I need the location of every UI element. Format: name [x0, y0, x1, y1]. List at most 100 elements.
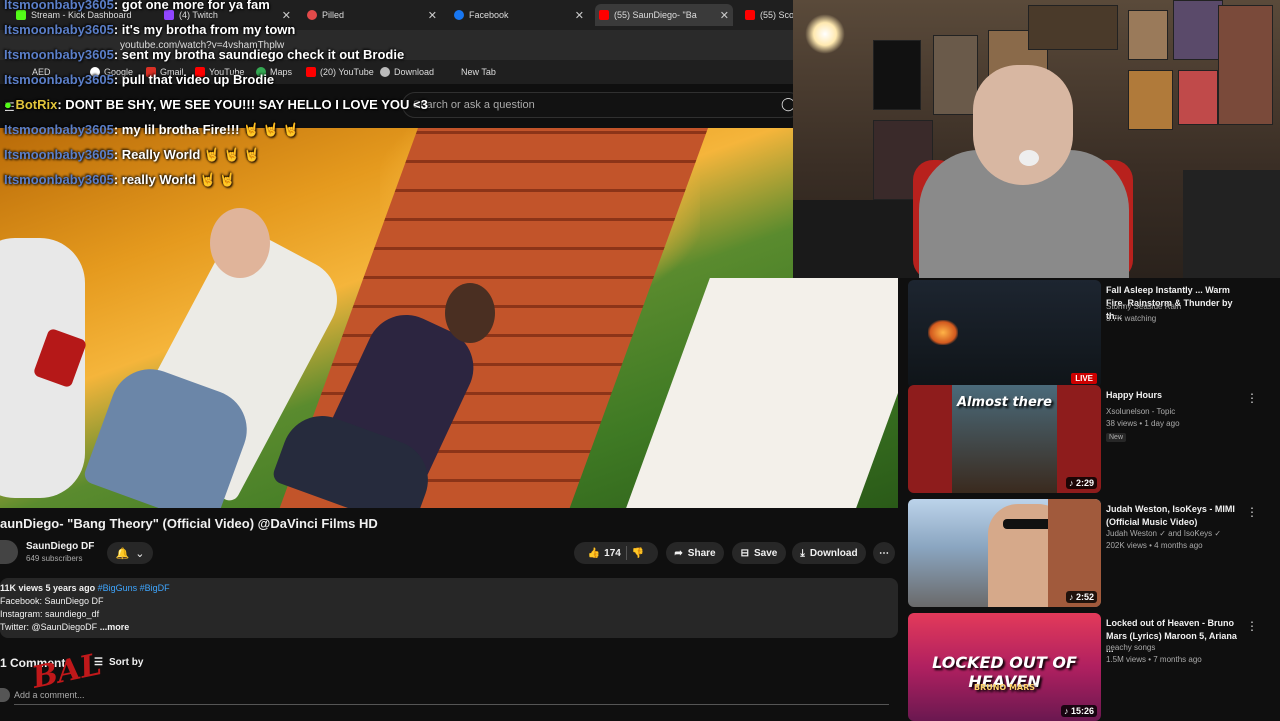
recommendation-meta: 1.5M views • 7 months ago [1106, 655, 1202, 664]
chat-username: Itsmoonbaby3605 [4, 72, 114, 87]
hashtags[interactable]: #BigGuns #BigDF [98, 583, 170, 593]
more-link[interactable]: ...more [100, 622, 130, 632]
globe-icon [380, 67, 390, 77]
subscribe-bell-button[interactable]: 🔔 ⌄ [107, 542, 153, 564]
recommended-video[interactable]: LOCKED OUT OF HEAVEN BRUNO MARS ♪ 15:26 … [908, 613, 1268, 721]
video-thumbnail[interactable]: Almost there ♪ 2:29 [908, 385, 1101, 493]
chat-message: Itsmoonbaby3605: really World 🤘 🤘 [4, 172, 236, 188]
fire-glow [928, 320, 958, 345]
views-date: 11K views 5 years ago [0, 583, 96, 593]
recommended-video[interactable]: ♪ 2:52 Judah Weston, IsoKeys - MIMI (Off… [908, 499, 1268, 607]
tab-label: (55) Sco [760, 10, 795, 20]
recommendation-meta: 38 views • 1 day ago [1106, 419, 1180, 428]
like-button[interactable]: 👍 174 [588, 548, 621, 559]
chat-text: : Really World [113, 147, 201, 162]
tab-label: (55) SaunDiego- "Ba [614, 10, 697, 20]
description-box[interactable]: 11K views 5 years ago #BigGuns #BigDF Fa… [0, 578, 898, 638]
channel-name[interactable]: SaunDiego DF [26, 541, 94, 552]
white-wall [626, 278, 898, 508]
chat-message: Itsmoonbaby3605: pull that video up Brod… [4, 72, 274, 87]
emote-icon: 🤘 🤘 🤘 [203, 147, 260, 162]
vape-smoke [1019, 150, 1039, 166]
bot-badge-icon: ● [4, 97, 16, 112]
share-button[interactable]: ➦ Share [666, 542, 724, 564]
more-vert-icon[interactable]: ⋮ [1246, 505, 1258, 519]
bookmark-icon: ⊟ [740, 547, 750, 559]
youtube-icon [745, 10, 755, 20]
chat-text: : it's my brotha from my town [113, 22, 296, 37]
close-icon[interactable]: ✕ [428, 9, 437, 22]
video-thumbnail[interactable]: LOCKED OUT OF HEAVEN BRUNO MARS ♪ 15:26 [908, 613, 1101, 721]
webcam-overlay [793, 0, 1280, 278]
poster [1218, 5, 1273, 125]
tab-youtube-active[interactable]: (55) SaunDiego- "Ba ✕ [595, 4, 733, 26]
recommendation-title[interactable]: Happy Hours [1106, 389, 1246, 402]
bookmark-download[interactable]: Download [380, 67, 434, 77]
person-head-2 [445, 283, 495, 343]
description-line: Twitter: @SaunDiegoDF ...more [0, 621, 898, 634]
video-thumbnail[interactable]: ♪ 2:52 [908, 499, 1101, 607]
duration-text: 2:52 [1075, 592, 1094, 602]
sort-label: Sort by [108, 657, 144, 668]
bookmark-youtube-20[interactable]: (20) YouTube [306, 67, 374, 77]
chat-text: : sent my brotha saundiego check it out … [113, 47, 405, 62]
duration-badge: ♪ 15:26 [1060, 705, 1097, 717]
thumbs-down-icon: 👎 [631, 547, 645, 559]
youtube-icon [599, 10, 609, 20]
streamer-head [973, 65, 1073, 185]
more-icon: ⋯ [879, 547, 889, 559]
recommendation-title[interactable]: Judah Weston, IsoKeys - MIMI (Official M… [1106, 503, 1246, 529]
poster [873, 40, 921, 110]
tab-pilled[interactable]: Pilled ✕ [303, 4, 441, 26]
share-icon: ➦ [674, 547, 683, 559]
like-count: 174 [604, 547, 621, 559]
channel-avatar[interactable] [0, 540, 18, 564]
chat-username: Itsmoonbaby3605 [4, 147, 114, 162]
chat-message: Itsmoonbaby3605: it's my brotha from my … [4, 22, 295, 37]
search-input[interactable]: Search or ask a question [402, 92, 802, 118]
chat-username: Itsmoonbaby3605 [4, 47, 114, 62]
bookmark-label: New Tab [461, 67, 496, 77]
dislike-button[interactable]: 👎 [632, 548, 644, 559]
recommended-video[interactable]: Almost there ♪ 2:29 Happy Hours Xsolunel… [908, 385, 1268, 493]
description-line: Instagram: saundiego_df [0, 609, 100, 619]
emote-icon: 🤘 🤘 [199, 172, 236, 187]
chat-message: Itsmoonbaby3605: my lil brotha Fire!!! 🤘… [4, 122, 299, 138]
thumbnail-text: Almost there [957, 395, 1052, 410]
chat-message: ● BotRix: DONT BE SHY, WE SEE YOU!!! SAY… [4, 97, 428, 112]
subscriber-count: 649 subscribers [26, 554, 83, 563]
more-actions-button[interactable]: ⋯ [873, 542, 895, 564]
chat-username: Itsmoonbaby3605 [4, 0, 114, 12]
recommendation-meta: 3.7K watching [1106, 314, 1157, 323]
recommendation-meta: 202K views • 4 months ago [1106, 541, 1203, 550]
person-head [210, 208, 270, 278]
poster [1028, 5, 1118, 50]
duration-badge: ♪ 2:52 [1065, 591, 1097, 603]
pilled-icon [307, 10, 317, 20]
video-title: aunDiego- "Bang Theory" (Official Video)… [0, 516, 378, 531]
recommended-video[interactable]: LIVE Fall Asleep Instantly ... Warm Fire… [908, 280, 1268, 388]
duration-text: 2:29 [1075, 478, 1094, 488]
download-button[interactable]: ⤓ Download [792, 542, 866, 564]
tab-youtube-2[interactable]: (55) Sco [741, 4, 795, 26]
description-line: Facebook: SaunDiego DF [0, 596, 104, 606]
poster [933, 35, 978, 115]
bookmark-new-tab[interactable]: New Tab [461, 67, 496, 77]
chat-username: Itsmoonbaby3605 [4, 172, 114, 187]
close-icon[interactable]: ✕ [575, 9, 584, 22]
more-vert-icon[interactable]: ⋮ [1246, 391, 1258, 405]
save-button[interactable]: ⊟ Save [732, 542, 786, 564]
chat-username: Itsmoonbaby3605 [4, 22, 114, 37]
video-thumbnail[interactable]: LIVE [908, 280, 1101, 388]
chat-text: : DONT BE SHY, WE SEE YOU!!! SAY HELLO I… [57, 97, 428, 112]
close-icon[interactable]: ✕ [282, 9, 291, 22]
more-vert-icon[interactable]: ⋮ [1246, 619, 1258, 633]
chat-message: Itsmoonbaby3605: got one more for ya fam [4, 0, 270, 12]
bookmark-label: (20) YouTube [320, 67, 374, 77]
close-icon[interactable]: ✕ [720, 9, 729, 22]
facebook-icon [454, 10, 464, 20]
tab-facebook[interactable]: Facebook ✕ [450, 4, 588, 26]
chat-message: Itsmoonbaby3605: Really World 🤘 🤘 🤘 [4, 147, 260, 163]
poster [1173, 0, 1223, 60]
new-badge: New [1106, 433, 1127, 442]
